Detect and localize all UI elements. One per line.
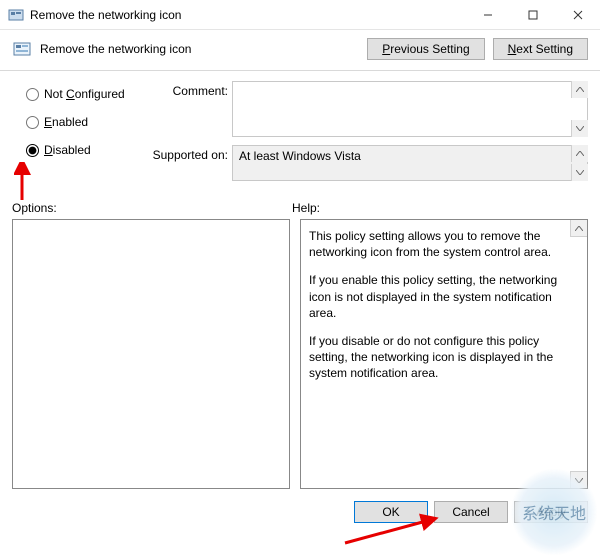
- apply-button[interactable]: Apply: [514, 501, 588, 523]
- options-label: Options:: [12, 201, 292, 215]
- previous-setting-button[interactable]: Previous Setting: [367, 38, 484, 60]
- header-title: Remove the networking icon: [40, 42, 359, 56]
- radio-not-configured[interactable]: Not Configured: [26, 87, 142, 101]
- supported-label: Supported on:: [142, 145, 232, 162]
- radio-disabled-label: Disabled: [44, 143, 91, 157]
- radio-disabled-input[interactable]: [26, 144, 39, 157]
- maximize-button[interactable]: [510, 0, 555, 29]
- comment-textarea[interactable]: [232, 81, 588, 137]
- policy-icon: [12, 39, 32, 59]
- options-pane: [12, 219, 290, 489]
- settings-section: Not Configured Enabled Disabled Comment:…: [0, 71, 600, 193]
- form-column: Comment: Supported on: At least Windows …: [142, 81, 588, 189]
- radio-enabled[interactable]: Enabled: [26, 115, 142, 129]
- window-controls: [465, 0, 600, 29]
- supported-row: Supported on: At least Windows Vista: [142, 145, 588, 181]
- dialog-buttons: OK Cancel Apply: [0, 497, 600, 533]
- comment-label: Comment:: [142, 81, 232, 98]
- scroll-down-icon[interactable]: [570, 471, 587, 488]
- radio-not-configured-label: Not Configured: [44, 87, 125, 101]
- radio-enabled-input[interactable]: [26, 116, 39, 129]
- next-setting-button[interactable]: Next Setting: [493, 38, 588, 60]
- help-text: This policy setting allows you to remove…: [301, 220, 587, 402]
- pane-labels: Options: Help:: [0, 195, 600, 219]
- minimize-button[interactable]: [465, 0, 510, 29]
- radio-disabled[interactable]: Disabled: [26, 143, 142, 157]
- header-row: Remove the networking icon Previous Sett…: [0, 30, 600, 71]
- scroll-up-icon[interactable]: [570, 220, 587, 237]
- cancel-button[interactable]: Cancel: [434, 501, 508, 523]
- state-radios: Not Configured Enabled Disabled: [12, 81, 142, 189]
- scroll-up-icon[interactable]: [571, 81, 588, 98]
- window-title: Remove the networking icon: [30, 8, 465, 22]
- ok-button[interactable]: OK: [354, 501, 428, 523]
- panes-row: This policy setting allows you to remove…: [0, 219, 600, 497]
- close-button[interactable]: [555, 0, 600, 29]
- radio-not-configured-input[interactable]: [26, 88, 39, 101]
- help-paragraph: If you disable or do not configure this …: [309, 333, 565, 382]
- radio-enabled-label: Enabled: [44, 115, 88, 129]
- scroll-up-icon[interactable]: [571, 145, 588, 162]
- scroll-down-icon[interactable]: [571, 120, 588, 137]
- app-icon: [8, 7, 24, 23]
- supported-on-field: At least Windows Vista: [232, 145, 588, 181]
- title-bar: Remove the networking icon: [0, 0, 600, 30]
- help-pane: This policy setting allows you to remove…: [300, 219, 588, 489]
- help-label: Help:: [292, 201, 588, 215]
- help-paragraph: If you enable this policy setting, the n…: [309, 272, 565, 321]
- help-paragraph: This policy setting allows you to remove…: [309, 228, 565, 260]
- comment-row: Comment:: [142, 81, 588, 137]
- scroll-down-icon[interactable]: [571, 164, 588, 181]
